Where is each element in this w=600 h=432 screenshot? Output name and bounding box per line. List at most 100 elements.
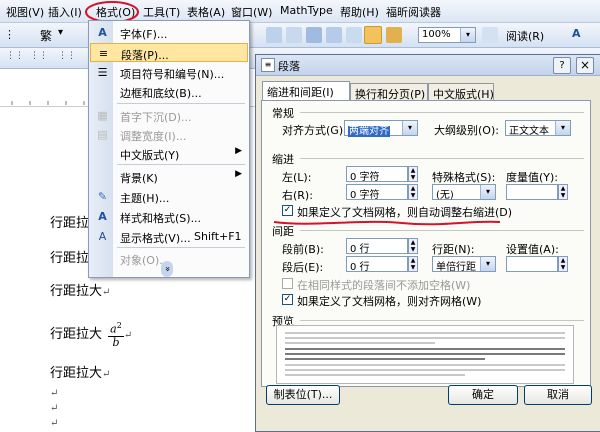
menu-insert[interactable]: 插入(I) — [48, 4, 82, 20]
preview-line — [285, 332, 565, 334]
space-after-label: 段后(E): — [282, 261, 324, 274]
paragraph-mark: ↵ — [50, 388, 59, 399]
paragraph-mark: ↵ — [123, 329, 133, 341]
columns-icon[interactable] — [286, 27, 302, 43]
menu-item-theme[interactable]: ✎ 主题(H)... — [90, 187, 248, 206]
zoom-select[interactable]: 100% ▾ — [418, 27, 476, 43]
table-icon[interactable] — [266, 27, 282, 43]
menu-separator — [117, 164, 245, 165]
expand-menu-icon[interactable]: » — [161, 261, 173, 277]
toolbar-grip-icon: ⋮⋮ — [6, 51, 24, 61]
chevron-down-icon: ▾ — [555, 121, 570, 135]
close-icon[interactable]: × — [576, 57, 594, 74]
preview-line — [285, 342, 435, 344]
group-divider — [300, 320, 584, 321]
paragraph-mark: ↵ — [50, 418, 59, 429]
menu-item-dropcap: ▦ 首字下沉(D)... — [90, 106, 248, 125]
paragraph-mark: ↵ — [102, 369, 111, 380]
indent-by-label: 度量值(Y): — [506, 171, 559, 184]
indent-right-input[interactable]: 0 字符 — [346, 184, 408, 201]
menu-item-styles[interactable]: A 样式和格式(S)... — [90, 207, 248, 226]
doc-line-3[interactable]: 行距拉大↵ — [50, 280, 110, 299]
toolbar-grip-icon: ⋮⋮ — [58, 51, 76, 61]
space-after-spinner[interactable]: ▲ ▼ — [408, 256, 418, 272]
chevron-down-icon: ▾ — [480, 257, 495, 271]
paragraph-dialog: ≡ 段落 ? × 缩进和间距(I) 换行和分页(P) 中文版式(H) 常规 对齐… — [255, 54, 600, 432]
special-indent-select[interactable]: (无) ▾ — [432, 184, 496, 201]
excel-icon[interactable] — [306, 27, 322, 43]
snap-to-grid-checkbox[interactable]: ✓ — [282, 294, 293, 305]
help-icon[interactable]: ? — [553, 57, 571, 74]
fraction-denominator: b — [112, 335, 120, 349]
indent-left-spinner[interactable]: ▲ ▼ — [408, 166, 418, 182]
traditional-chinese-button[interactable]: 繁 — [40, 27, 52, 44]
menu-tools[interactable]: 工具(T) — [143, 4, 180, 20]
theme-icon: ✎ — [97, 190, 108, 203]
indent-right-spinner[interactable]: ▲ ▼ — [408, 184, 418, 200]
submenu-arrow-icon: ▶ — [235, 146, 242, 156]
indent-by-spinner[interactable]: ▲ ▼ — [558, 184, 568, 200]
menu-window[interactable]: 窗口(W) — [231, 4, 272, 20]
drawing-icon[interactable] — [326, 27, 342, 43]
indent-left-input[interactable]: 0 字符 — [346, 166, 408, 183]
toolbar-grip-icon: ⋮ — [4, 28, 15, 41]
paragraph-icon: ≡ — [98, 47, 109, 60]
space-before-input[interactable]: 0 行 — [346, 238, 408, 255]
menu-item-font[interactable]: A 字体(F)... — [90, 23, 248, 42]
outline-level-select[interactable]: 正文文本 ▾ — [505, 120, 571, 137]
group-divider — [300, 112, 584, 113]
annotation-underline — [273, 220, 501, 226]
menu-item-borders[interactable]: 边框和底纹(B)... — [90, 82, 248, 101]
doc-line-5[interactable]: 行距拉大↵ — [50, 362, 110, 381]
doc-line-4[interactable]: 行距拉大 a2 b ↵ — [50, 320, 132, 349]
font-icon: A — [98, 26, 107, 39]
menu-separator — [117, 247, 245, 248]
cancel-button[interactable]: 取消 — [524, 385, 592, 405]
group-divider — [300, 158, 584, 159]
toolbar-grip-icon: ⋮⋮ — [30, 51, 48, 61]
show-hide-icon[interactable] — [364, 26, 382, 44]
menu-view[interactable]: 视图(V) — [6, 4, 44, 20]
general-heading: 常规 — [272, 107, 294, 120]
spacing-at-spinner[interactable]: ▲ ▼ — [558, 256, 568, 272]
space-before-spinner[interactable]: ▲ ▼ — [408, 238, 418, 254]
menu-mathtype[interactable]: MathType — [280, 4, 333, 17]
chevron-down-icon: ▾ — [480, 185, 495, 199]
auto-adjust-indent-checkbox[interactable]: ✓ — [282, 205, 293, 216]
menu-item-bullets[interactable]: ☰ 项目符号和编号(N)... — [90, 63, 248, 82]
menu-item-background[interactable]: 背景(K) ▶ — [90, 167, 248, 186]
tab-line-page-breaks[interactable]: 换行和分页(P) — [350, 83, 428, 101]
paragraph-preview — [276, 325, 574, 384]
format-painter-icon[interactable] — [386, 27, 402, 43]
menu-item-chinese-layout[interactable]: 中文版式(Y) ▶ — [90, 144, 248, 163]
tabs-button[interactable]: 制表位(T)... — [266, 385, 340, 405]
alignment-select[interactable]: 两端对齐 ▾ — [344, 120, 418, 137]
menu-item-paragraph[interactable]: ≡ 段落(P)... — [90, 43, 248, 62]
doc-map-icon[interactable] — [346, 27, 362, 43]
menu-item-reveal-formatting[interactable]: A 显示格式(V)... Shift+F1 — [90, 227, 248, 246]
preview-line — [285, 358, 485, 360]
read-mode-button[interactable]: 阅读(R) — [506, 28, 544, 44]
indent-by-input[interactable] — [506, 184, 558, 200]
snap-to-grid-label: 如果定义了文档网格，则对齐网格(W) — [297, 295, 482, 308]
line-spacing-select[interactable]: 单倍行距 ▾ — [432, 256, 496, 273]
font-size-label[interactable]: A — [572, 27, 581, 40]
tab-chinese-typography[interactable]: 中文版式(H) — [428, 83, 494, 101]
alignment-label: 对齐方式(G): — [282, 124, 347, 137]
fraction-exponent: 2 — [116, 321, 122, 330]
help-icon[interactable] — [482, 27, 498, 43]
tab-indents-spacing[interactable]: 缩进和间距(I) — [262, 81, 350, 101]
no-space-same-style-checkbox[interactable] — [282, 278, 293, 289]
outline-level-label: 大纲级别(O): — [434, 124, 499, 137]
fraction-equation[interactable]: a2 b — [108, 320, 124, 349]
ok-button[interactable]: 确定 — [448, 385, 518, 405]
space-after-input[interactable]: 0 行 — [346, 256, 408, 273]
width-icon: ▤ — [97, 128, 108, 141]
bullets-icon: ☰ — [97, 66, 108, 79]
menu-foxit[interactable]: 福昕阅读器 — [386, 4, 441, 20]
dropdown-icon[interactable]: ▾ — [58, 27, 63, 38]
menu-help[interactable]: 帮助(H) — [340, 4, 379, 20]
menu-table[interactable]: 表格(A) — [187, 4, 225, 20]
spacing-at-input[interactable] — [506, 256, 558, 272]
submenu-arrow-icon: ▶ — [235, 169, 242, 179]
